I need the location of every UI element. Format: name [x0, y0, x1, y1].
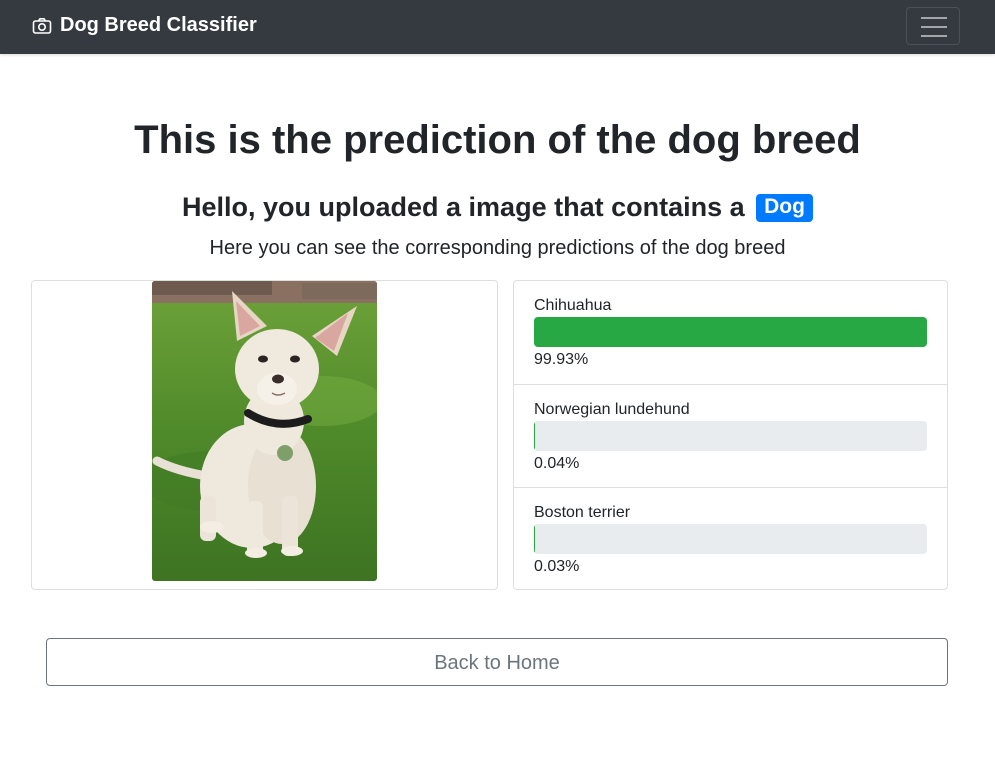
prediction-item: Boston terrier 0.03%: [514, 487, 947, 591]
navbar: Dog Breed Classifier: [0, 0, 995, 54]
brand-link[interactable]: Dog Breed Classifier: [32, 14, 257, 37]
prediction-breed: Norwegian lundehund: [534, 401, 690, 418]
prediction-progress-fill: [534, 317, 927, 347]
detected-class-badge: Dog: [756, 194, 813, 222]
prediction-item: Chihuahua 99.93%: [514, 281, 947, 384]
navbar-toggle-button[interactable]: [906, 7, 960, 45]
prediction-percent: 0.04%: [534, 455, 580, 472]
upload-message-text: Hello, you uploaded a image that contain…: [182, 192, 745, 222]
prediction-percent: 0.03%: [534, 558, 580, 575]
prediction-progress-bar: [534, 421, 927, 451]
camera-icon: [32, 17, 52, 34]
back-to-home-button[interactable]: Back to Home: [46, 638, 948, 686]
uploaded-image-card: [31, 280, 498, 590]
prediction-item: Norwegian lundehund 0.04%: [514, 384, 947, 488]
page-title: This is the prediction of the dog breed: [134, 118, 861, 162]
upload-message: Hello, you uploaded a image that contain…: [0, 192, 995, 223]
lead-text: Here you can see the corresponding predi…: [209, 237, 786, 259]
brand-title: Dog Breed Classifier: [60, 14, 257, 36]
hamburger-menu-icon: [921, 17, 947, 37]
prediction-breed: Chihuahua: [534, 297, 612, 314]
predictions-card: Chihuahua 99.93% Norwegian lundehund 0.0…: [513, 280, 948, 590]
prediction-progress-bar: [534, 317, 927, 347]
prediction-percent: 99.93%: [534, 351, 589, 368]
prediction-breed: Boston terrier: [534, 504, 631, 521]
uploaded-dog-image: [152, 281, 377, 581]
prediction-progress-bar: [534, 524, 927, 554]
